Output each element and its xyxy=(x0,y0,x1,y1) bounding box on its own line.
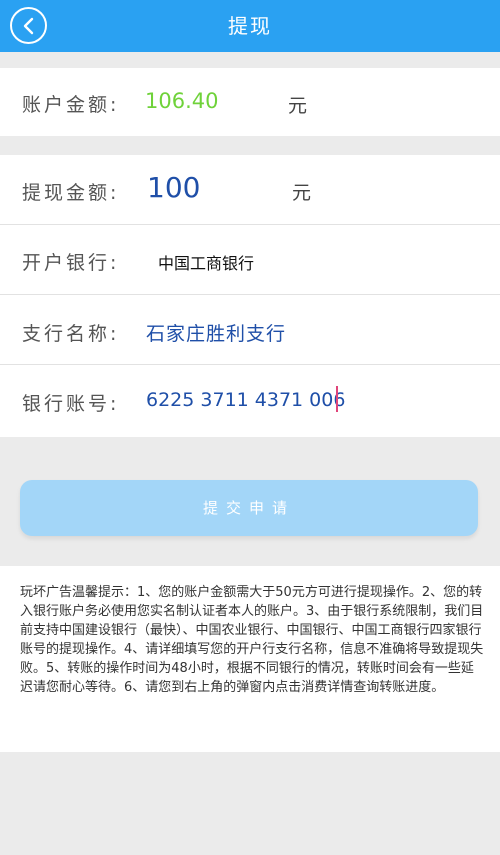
withdraw-form: 提现金额: 100 元 开户银行: 中国工商银行 支行名称: 石家庄胜利支行 银… xyxy=(0,155,500,437)
submit-button[interactable]: 提交申请 xyxy=(20,480,478,536)
account-balance-card: 账户金额: 106.40 元 xyxy=(0,68,500,136)
account-number-input[interactable]: 6225 3711 4371 006 xyxy=(146,389,345,411)
amount-unit: 元 xyxy=(292,182,312,204)
bank-select[interactable]: 中国工商银行 xyxy=(158,250,254,274)
amount-input[interactable]: 100 xyxy=(147,171,200,204)
tips-panel: 玩坏广告温馨提示：1、您的账户金额需大于50元方可进行提现操作。2、您的转入银行… xyxy=(0,566,500,752)
account-number-label: 银行账号: xyxy=(22,393,120,415)
amount-row: 提现金额: 100 元 xyxy=(0,155,500,225)
bank-row: 开户银行: 中国工商银行 xyxy=(0,225,500,295)
app-header: 提现 xyxy=(0,0,500,52)
tips-text: 玩坏广告温馨提示：1、您的账户金额需大于50元方可进行提现操作。2、您的转入银行… xyxy=(20,585,484,695)
branch-row: 支行名称: 石家庄胜利支行 xyxy=(0,295,500,365)
account-balance-value: 106.40 xyxy=(145,89,219,113)
branch-label: 支行名称: xyxy=(22,323,120,345)
page-title: 提现 xyxy=(228,14,272,38)
text-caret xyxy=(336,386,338,412)
amount-label: 提现金额: xyxy=(22,182,120,204)
account-number-row: 银行账号: 6225 3711 4371 006 xyxy=(0,365,500,435)
bank-label: 开户银行: xyxy=(22,252,120,274)
account-balance-unit: 元 xyxy=(288,95,308,117)
branch-input[interactable]: 石家庄胜利支行 xyxy=(146,319,286,346)
account-balance-label: 账户金额: xyxy=(22,94,120,116)
